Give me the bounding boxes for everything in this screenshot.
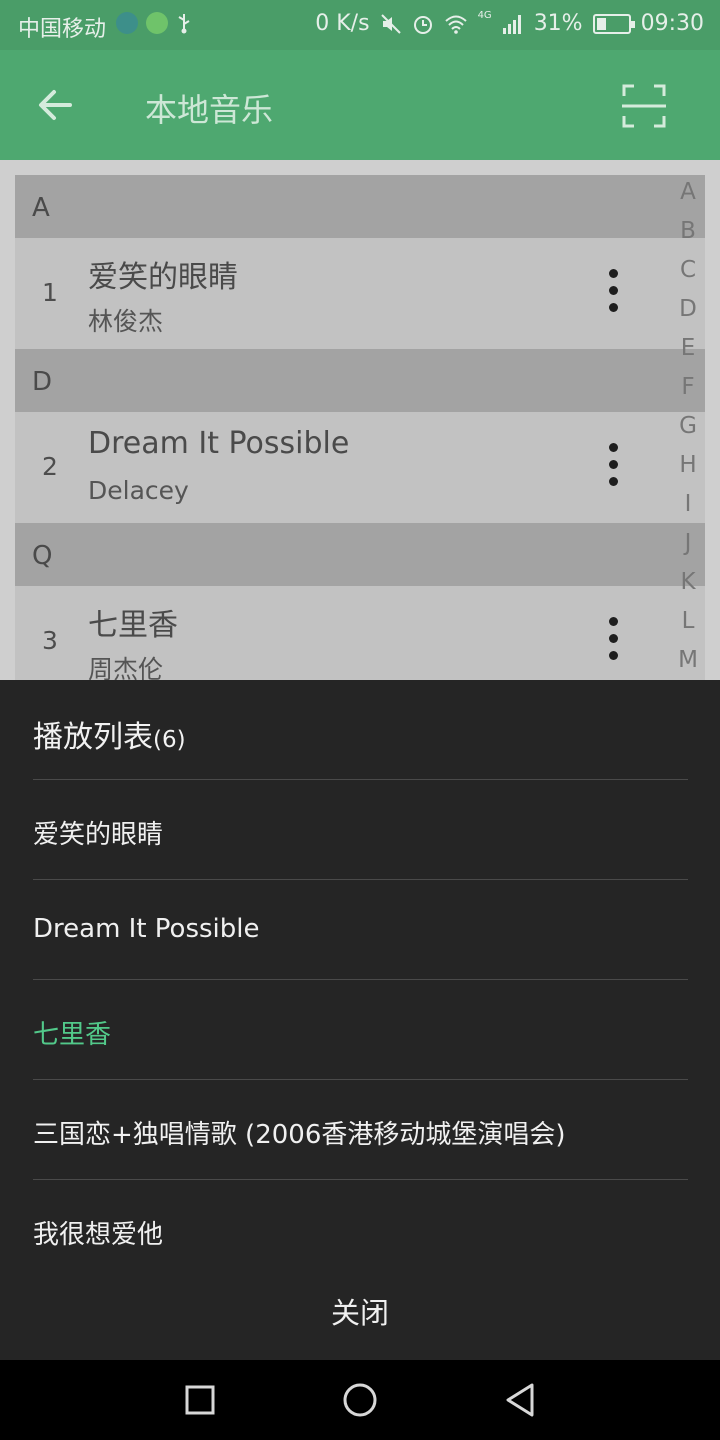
more-options-icon[interactable] [599, 613, 629, 669]
alpha-index-letter[interactable]: E [670, 335, 706, 361]
battery-percent: 31% [533, 11, 583, 36]
globe-icon [146, 12, 168, 34]
net-speed: 0 K/s [315, 11, 370, 36]
playlist-title: 播放列表(6) [33, 712, 186, 756]
playlist-item[interactable]: 爱笑的眼睛 [33, 814, 163, 851]
song-title: Dream It Possible [88, 426, 350, 461]
alpha-index-letter[interactable]: D [670, 296, 706, 322]
section-header-q: Q [15, 523, 705, 586]
song-row[interactable]: 1 爱笑的眼睛 林俊杰 [15, 238, 705, 349]
song-list: A 1 爱笑的眼睛 林俊杰 D 2 Dream It Possible Dela… [15, 175, 705, 680]
navigation-bar [0, 1360, 720, 1440]
section-header-a: A [15, 175, 705, 238]
playlist-item-now-playing[interactable]: 七里香 [33, 1014, 111, 1051]
alpha-index-letter[interactable]: L [670, 608, 706, 634]
recents-square-icon[interactable] [178, 1378, 222, 1422]
alarm-icon [413, 15, 432, 34]
android-icon [116, 12, 138, 34]
signal-icon [502, 14, 521, 34]
close-button[interactable]: 关闭 [0, 1290, 720, 1332]
network-type: 4G [477, 10, 492, 21]
usb-icon [178, 14, 190, 34]
song-artist: Delacey [88, 476, 189, 505]
alpha-index-letter[interactable]: I [670, 491, 706, 517]
page-title: 本地音乐 [145, 91, 274, 129]
wifi-icon [444, 15, 467, 34]
alpha-index-letter[interactable]: H [670, 452, 706, 478]
alpha-index-letter[interactable]: K [670, 569, 706, 595]
alpha-index-letter[interactable]: J [670, 530, 706, 556]
song-artist: 周杰伦 [88, 655, 164, 680]
alpha-index-letter[interactable]: M [670, 647, 706, 673]
alphabet-index[interactable]: A B C D E F G H I J K L M [670, 175, 706, 680]
alpha-index-letter[interactable]: C [670, 257, 706, 283]
playlist-title-label: 播放列表 [33, 720, 153, 755]
carrier-name: 中国移动 [18, 17, 107, 42]
song-index: 1 [42, 278, 58, 307]
status-bar: 中国移动 0 K/s 4G 31% 09:30 [0, 0, 720, 50]
alpha-index-letter[interactable]: F [670, 374, 706, 400]
home-circle-icon[interactable] [338, 1378, 382, 1422]
more-options-icon[interactable] [599, 439, 629, 495]
song-row[interactable]: 2 Dream It Possible Delacey [15, 412, 705, 523]
song-row[interactable]: 3 七里香 周杰伦 [15, 586, 705, 680]
song-index: 3 [42, 626, 58, 655]
more-options-icon[interactable] [599, 265, 629, 321]
mute-icon [380, 13, 401, 34]
clock: 09:30 [640, 11, 704, 36]
back-triangle-icon[interactable] [498, 1378, 542, 1422]
playlist-count: (6) [153, 727, 186, 753]
alpha-index-letter[interactable]: B [670, 218, 706, 244]
song-title: 爱笑的眼睛 [88, 260, 238, 295]
divider [33, 879, 688, 880]
divider [33, 779, 688, 780]
song-title: 七里香 [88, 608, 178, 643]
back-arrow-icon[interactable] [30, 80, 80, 130]
playlist-item[interactable]: 三国恋+独唱情歌 (2006香港移动城堡演唱会) [33, 1114, 566, 1151]
battery-icon [592, 13, 635, 34]
app-bar: 本地音乐 [0, 50, 720, 160]
divider [33, 1079, 688, 1080]
divider [33, 979, 688, 980]
playlist-sheet: 播放列表(6) 爱笑的眼睛 Dream It Possible 七里香 三国恋+… [0, 680, 720, 1360]
playlist-item[interactable]: Dream It Possible [33, 914, 259, 944]
song-index: 2 [42, 452, 58, 481]
alpha-index-letter[interactable]: A [670, 179, 706, 205]
playlist-item[interactable]: 我很想爱他 [33, 1214, 163, 1251]
divider [33, 1179, 688, 1180]
section-header-d: D [15, 349, 705, 412]
scan-icon[interactable] [618, 80, 670, 132]
song-artist: 林俊杰 [88, 307, 164, 336]
alpha-index-letter[interactable]: G [670, 413, 706, 439]
